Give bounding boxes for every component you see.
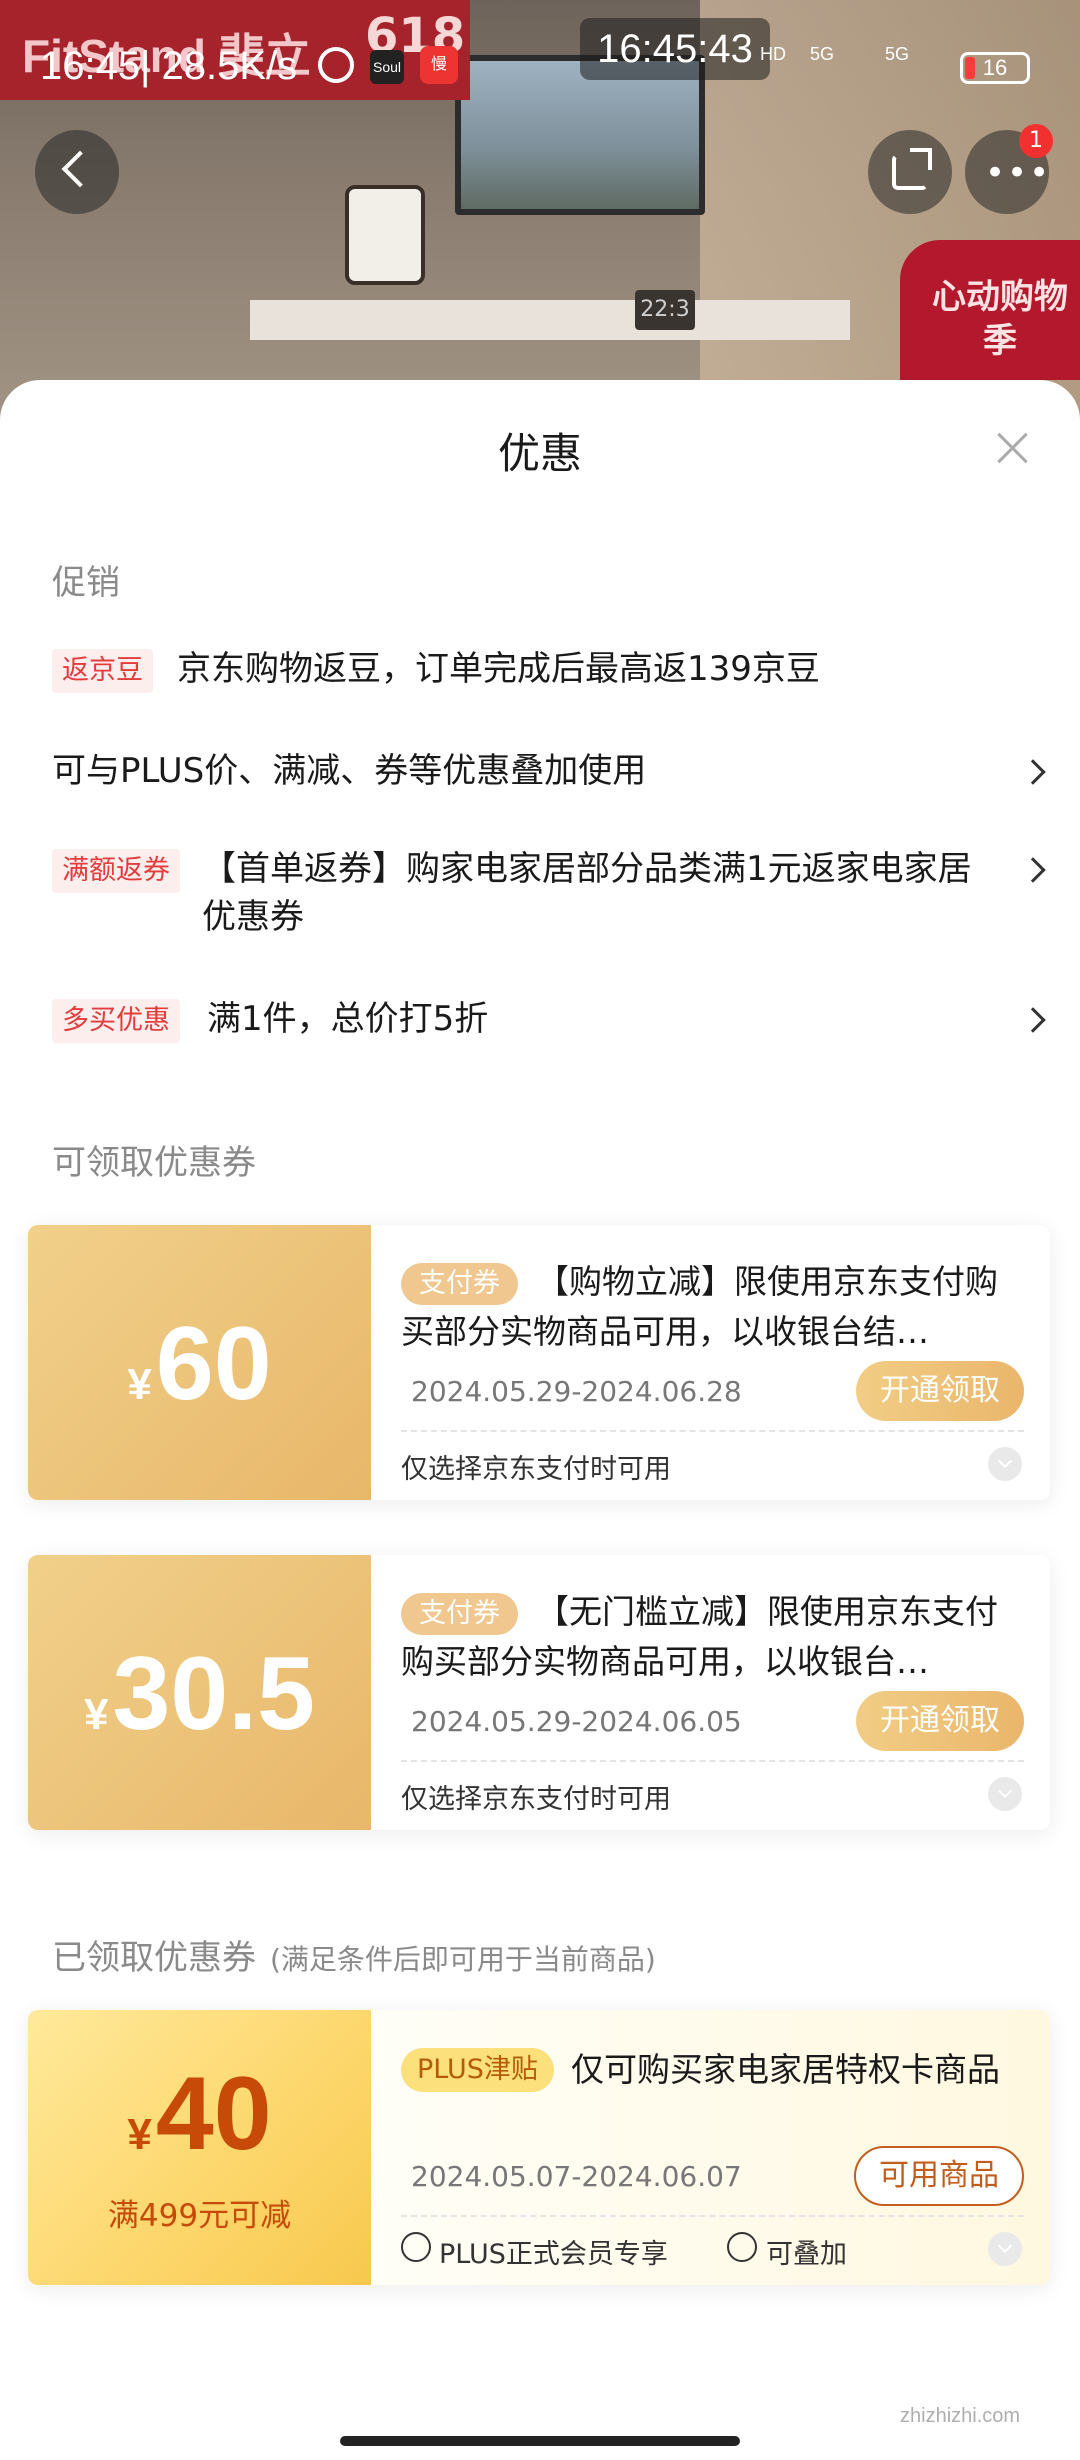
coupon-card: ¥60 支付券 【购物立减】限使用京东支付购买部分实物商品可用，以收银台结… 2…: [28, 1225, 1050, 1500]
home-indicator[interactable]: [340, 2436, 740, 2446]
alarm-icon: [318, 47, 354, 83]
close-icon[interactable]: [995, 430, 1031, 466]
expand-icon[interactable]: [988, 2232, 1022, 2266]
coupon-amount-panel: ¥60: [28, 1225, 371, 1500]
coupon-card: ¥30.5 支付券 【无门槛立减】限使用京东支付购买部分实物商品可用，以收银台……: [28, 1555, 1050, 1830]
coupon-description: 仅可购买家电家居特权卡商品: [571, 2050, 1000, 2089]
status-time: 16:45: [40, 44, 141, 88]
promo-text: 可与PLUS价、满减、券等优惠叠加使用: [52, 751, 647, 791]
discount-sheet: 优惠 促销 返京豆 京东购物返豆，订单完成后最高返139京豆 可与PLUS价、满…: [0, 380, 1080, 2460]
crown-icon: [401, 2232, 431, 2262]
signal-2-icon: 5G: [885, 44, 910, 64]
coupon-detail: 支付券 【购物立减】限使用京东支付购买部分实物商品可用，以收银台结… 2024.…: [371, 1225, 1050, 1500]
promo-tag: 多买优惠: [52, 999, 180, 1043]
battery-level: 16: [982, 55, 1008, 80]
promotions-label: 促销: [52, 563, 120, 603]
plus-member-only: PLUS正式会员专享: [439, 2239, 668, 2270]
status-bar: 16:45 | 28.5K/s Soul 慢 16:45:43 HD 5G 5G…: [0, 0, 1080, 130]
coupon-amount-panel: ¥40 满499元可减: [28, 2010, 371, 2285]
share-icon: [892, 148, 932, 190]
promo-row-jingdou: 返京豆 京东购物返豆，订单完成后最高返139京豆: [52, 645, 1042, 705]
coupon-detail: 支付券 【无门槛立减】限使用京东支付购买部分实物商品可用，以收银台… 2024.…: [371, 1555, 1050, 1830]
sheet-title: 优惠: [497, 429, 582, 478]
expand-icon[interactable]: [988, 1777, 1022, 1811]
more-dots-icon: •••: [985, 153, 1052, 193]
coupon-date: 2024.05.29-2024.06.28: [411, 1375, 742, 1408]
claim-button[interactable]: 开通领取: [856, 1691, 1024, 1751]
applicable-products-button[interactable]: 可用商品: [854, 2146, 1024, 2206]
watermark: zhizhizhi.com: [900, 2405, 1021, 2427]
promo-text: 满1件，总价打5折: [207, 999, 489, 1039]
coupon-description: 【购物立减】限使用京东支付购买部分实物商品可用，以收银台结…: [401, 1262, 998, 1351]
coupon-amount: ¥60: [28, 1305, 371, 1424]
owned-coupons-title: 已领取优惠券: [52, 1938, 256, 1978]
share-button[interactable]: [868, 130, 952, 214]
coupon-note: 仅选择京东支付时可用: [401, 1454, 671, 1485]
chevron-right-icon: [1020, 1007, 1046, 1033]
more-button[interactable]: ••• 1: [965, 124, 1053, 214]
coupon-description: 【无门槛立减】限使用京东支付购买部分实物商品可用，以收银台…: [401, 1592, 998, 1681]
battery-icon: 16: [960, 52, 1030, 84]
back-arrow-icon: [61, 150, 99, 188]
desk-decor: [250, 300, 850, 340]
coupon-amount: ¥40: [28, 2055, 371, 2174]
promo-row-stacking[interactable]: 可与PLUS价、满减、券等优惠叠加使用: [52, 747, 1046, 807]
soul-app-icon: Soul: [370, 50, 404, 84]
currency-symbol: ¥: [127, 2110, 152, 2159]
coupon-amount: ¥30.5: [28, 1635, 371, 1754]
claim-button[interactable]: 开通领取: [856, 1361, 1024, 1421]
divider: [401, 1760, 1024, 1762]
app-notification-icon: 慢: [420, 46, 458, 84]
net-rate-value: 28.5K/s: [161, 44, 298, 88]
currency-symbol: ¥: [127, 1360, 152, 1409]
owned-coupons-sublabel: (满足条件后即可用于当前商品): [270, 1943, 656, 1976]
available-coupons-label: 可领取优惠券: [52, 1143, 256, 1183]
coupon-amount-panel: ¥30.5: [28, 1555, 371, 1830]
status-center-time: 16:45:43: [580, 18, 770, 80]
promo-text: 京东购物返豆，订单完成后最高返139京豆: [177, 649, 820, 689]
coupon-date: 2024.05.29-2024.06.05: [411, 1705, 742, 1738]
coupon-date: 2024.05.07-2024.06.07: [411, 2160, 742, 2193]
more-badge: 1: [1019, 124, 1053, 158]
amount-value: 60: [155, 1306, 272, 1422]
amount-value: 30.5: [112, 1636, 315, 1752]
owned-coupon-card: ¥40 满499元可减 PLUS津贴 仅可购买家电家居特权卡商品 2024.05…: [28, 2010, 1050, 2285]
clock-decor: 22:3: [635, 290, 695, 330]
promo-row-return-coupon[interactable]: 满额返券 【首单返券】购家电家居部分品类满1元返家电家居优惠券: [52, 845, 1046, 955]
coupon-detail: PLUS津贴 仅可购买家电家居特权卡商品 2024.05.07-2024.06.…: [371, 2010, 1050, 2285]
promo-corner-text: 心动购物季: [932, 277, 1068, 361]
amount-value: 40: [155, 2056, 272, 2172]
promo-tag: 返京豆: [52, 649, 153, 693]
coupon-note: 仅选择京东支付时可用: [401, 1784, 671, 1815]
chevron-right-icon: [1020, 759, 1046, 785]
promo-row-multi-buy[interactable]: 多买优惠 满1件，总价打5折: [52, 995, 1046, 1055]
owned-coupons-label: 已领取优惠券 (满足条件后即可用于当前商品): [52, 1930, 656, 1979]
signal-1-icon: 5G: [810, 44, 835, 64]
divider: [401, 2215, 1024, 2217]
stack-icon: [727, 2232, 757, 2262]
back-button[interactable]: [35, 130, 119, 214]
coupon-condition: 满499元可减: [107, 2198, 292, 2234]
promo-text: 【首单返券】购家电家居部分品类满1元返家电家居优惠券: [202, 849, 972, 937]
hd-icon: HD: [760, 44, 786, 64]
promo-tag: 满额返券: [52, 849, 180, 893]
status-net-rate: | 28.5K/s: [140, 44, 298, 88]
chevron-right-icon: [1020, 857, 1046, 883]
expand-icon[interactable]: [988, 1447, 1022, 1481]
speaker-decor: [345, 185, 425, 285]
currency-symbol: ¥: [84, 1690, 109, 1739]
stackable-text: 可叠加: [766, 2239, 847, 2270]
divider: [401, 1430, 1024, 1432]
